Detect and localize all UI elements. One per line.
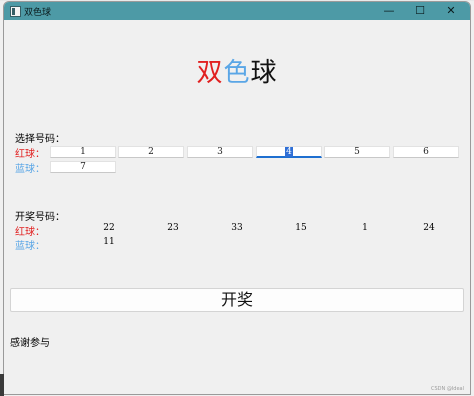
red-ball-input-2[interactable]: 2 <box>118 146 184 158</box>
select-numbers-label: 选择号码： <box>15 134 65 145</box>
blue-ball-input-value: 7 <box>80 162 86 172</box>
select-red-label: 红球： <box>15 149 45 160</box>
red-ball-input-5[interactable]: 5 <box>324 146 390 158</box>
red-ball-input-5-value: 5 <box>354 147 360 157</box>
draw-blue-label: 蓝球： <box>15 241 45 252</box>
red-ball-input-6[interactable]: 6 <box>393 146 459 158</box>
draw-button[interactable]: 开奖 <box>10 288 464 312</box>
close-icon[interactable]: ✕ <box>436 2 466 20</box>
title-char-black: 球 <box>250 58 278 88</box>
draw-red-result-6: 24 <box>423 223 435 233</box>
red-ball-input-1-value: 1 <box>80 147 86 157</box>
app-icon <box>10 6 21 17</box>
blue-ball-input[interactable]: 7 <box>50 161 116 173</box>
watermark: CSDN @Ideal <box>430 386 464 392</box>
draw-red-label: 红球： <box>15 227 45 238</box>
draw-numbers-label: 开奖号码： <box>15 212 65 223</box>
draw-red-result-3: 33 <box>231 223 243 233</box>
draw-red-result-5: 1 <box>362 223 368 233</box>
maximize-icon[interactable]: ☐ <box>405 2 435 20</box>
draw-red-result-4: 15 <box>295 223 307 233</box>
window-title: 双色球 <box>24 8 52 18</box>
title-char-blue: 色 <box>223 58 251 88</box>
select-blue-label: 蓝球： <box>15 164 45 175</box>
red-ball-input-4[interactable]: 4 <box>256 146 322 158</box>
red-ball-input-3-value: 3 <box>217 147 223 157</box>
red-ball-input-6-value: 6 <box>423 147 429 157</box>
desktop-edge <box>0 374 4 396</box>
app-window: 双色球 — ☐ ✕ 双色球 选择号码： 红球： 蓝球： 1 2 3 4 5 6 … <box>3 1 471 395</box>
red-ball-input-1[interactable]: 1 <box>50 146 116 158</box>
title-char-red: 双 <box>196 58 224 88</box>
red-ball-input-2-value: 2 <box>148 147 154 157</box>
page-title: 双色球 <box>4 52 470 89</box>
status-message: 感谢参与 <box>10 338 50 349</box>
minimize-icon[interactable]: — <box>374 2 404 20</box>
title-bar[interactable]: 双色球 — ☐ ✕ <box>4 2 470 20</box>
red-ball-input-4-value: 4 <box>285 147 293 157</box>
draw-red-result-2: 23 <box>167 223 179 233</box>
draw-red-result-1: 22 <box>103 223 115 233</box>
draw-blue-result: 11 <box>103 237 115 247</box>
red-ball-input-3[interactable]: 3 <box>187 146 253 158</box>
